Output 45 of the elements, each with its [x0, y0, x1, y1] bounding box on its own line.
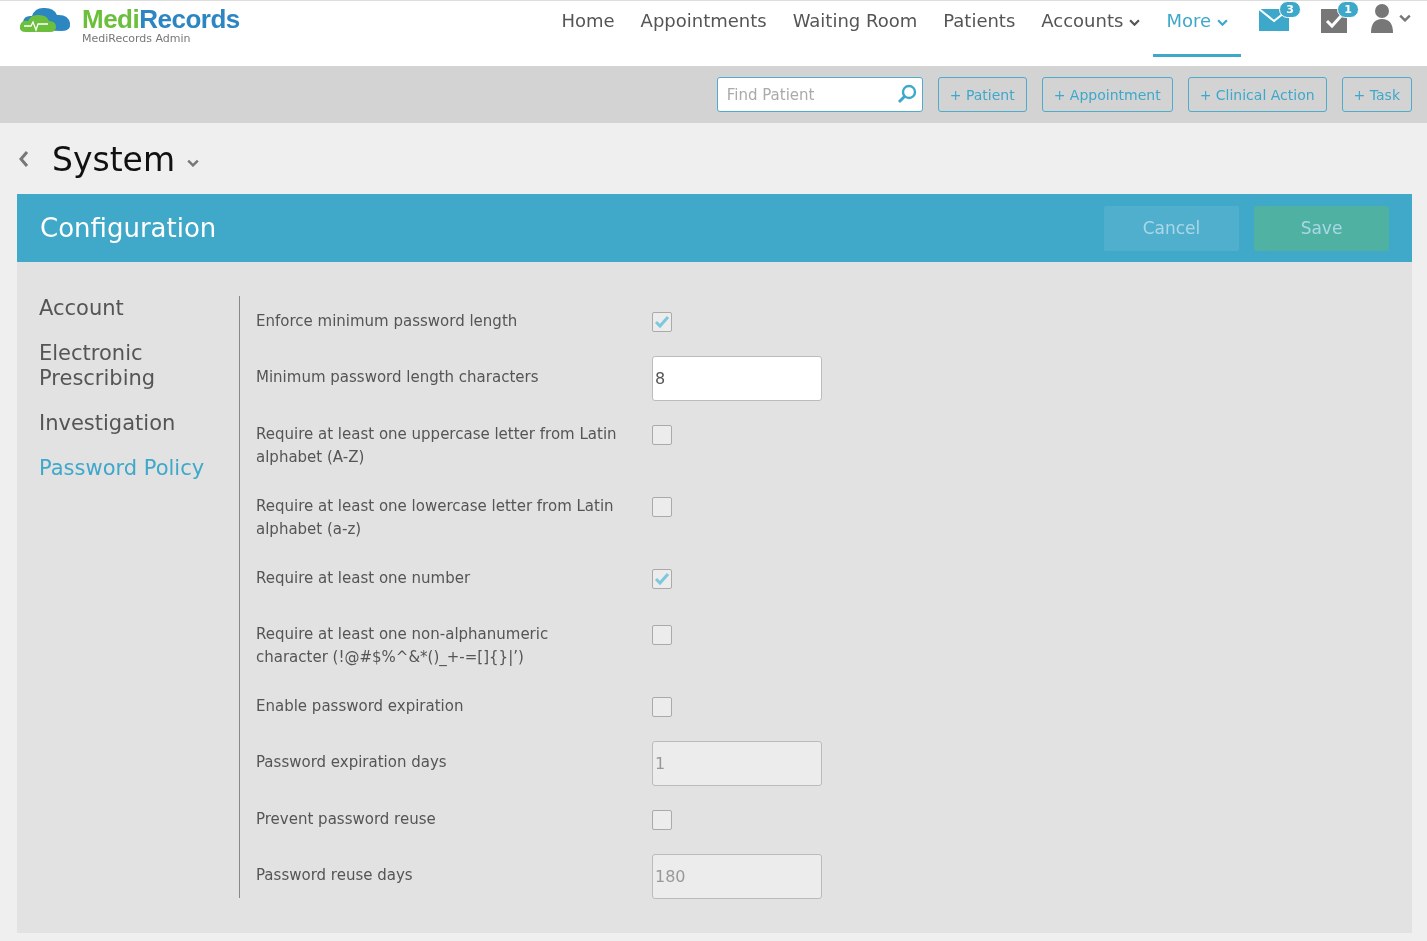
checkbox[interactable] [652, 497, 672, 517]
setting-label: Enforce minimum password length [256, 311, 519, 332]
user-menu[interactable] [1371, 3, 1411, 33]
setting-label: Prevent password reuse [256, 809, 437, 830]
caret-icon[interactable] [187, 159, 200, 167]
panel-title: Configuration [40, 213, 217, 243]
setting-label: Password reuse days [256, 865, 414, 886]
nav-link[interactable]: Patients [930, 1, 1029, 57]
nav-link[interactable]: Appointments [627, 1, 780, 57]
checkbox[interactable] [652, 312, 672, 332]
brand-subtitle: MediRecords Admin [82, 32, 192, 45]
caret-icon [1399, 14, 1411, 22]
setting-label: Require at least one number [256, 568, 472, 589]
setting-label: Password expiration days [256, 752, 448, 773]
sidebar-item[interactable]: Account [39, 296, 229, 321]
setting-label: Require at least one uppercase letter from Latin alphabet (A-Z) [256, 424, 618, 468]
setting-label: Enable password expiration [256, 696, 465, 717]
find-patient-field[interactable]: Find Patient [716, 77, 923, 112]
checkbox[interactable] [652, 569, 672, 589]
back-chevron-icon[interactable] [18, 150, 30, 168]
search-icon [896, 84, 917, 104]
nav-link[interactable]: Accounts [1028, 1, 1154, 57]
checkbox[interactable] [652, 425, 672, 445]
checkbox[interactable] [652, 810, 672, 830]
page-title: System [52, 139, 176, 179]
sidebar-item[interactable]: Electronic Prescribing [39, 341, 229, 391]
brand-name: MediRecords [82, 4, 240, 34]
user-silhouette-icon [1371, 3, 1393, 33]
nav-link[interactable]: Waiting Room [779, 1, 931, 57]
number-input[interactable]: 8 [652, 356, 822, 401]
quick-add-button[interactable]: + Clinical Action [1187, 77, 1327, 112]
checkbox[interactable] [652, 697, 672, 717]
quick-add-button[interactable]: + Task [1341, 77, 1412, 112]
sidebar-item[interactable]: Investigation [39, 411, 229, 436]
quick-add-button[interactable]: + Patient [937, 77, 1027, 112]
nav-link[interactable]: More [1153, 1, 1241, 57]
setting-label: Minimum password length characters [256, 367, 540, 388]
message-count-badge: 3 [1279, 1, 1301, 18]
nav-link[interactable]: Home [548, 1, 628, 57]
sidebar-item[interactable]: Password Policy [39, 456, 229, 481]
checkbox[interactable] [652, 625, 672, 645]
setting-label: Require at least one non-alphanumeric character (!@#$%^&*()_+-=[]{}|’) [256, 624, 550, 668]
task-count-badge: 1 [1337, 1, 1359, 18]
quick-add-button[interactable]: + Appointment [1041, 77, 1173, 112]
setting-label: Require at least one lowercase letter from Latin alphabet (a-z) [256, 496, 615, 540]
